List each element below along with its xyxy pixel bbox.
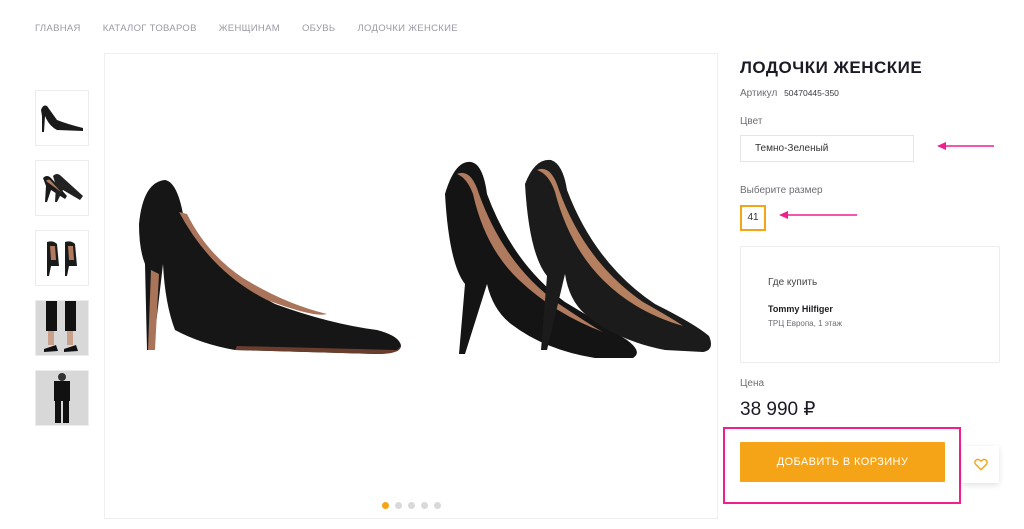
breadcrumb-women[interactable]: ЖЕНЩИНАМ — [219, 23, 280, 34]
favorite-button[interactable] — [962, 446, 999, 483]
where-to-buy-title: Где купить — [768, 277, 818, 288]
breadcrumb-home[interactable]: ГЛАВНАЯ — [35, 23, 81, 34]
gallery-dot-3[interactable] — [408, 502, 415, 509]
model-full-image — [54, 373, 70, 423]
thumbnail-1[interactable] — [35, 90, 89, 146]
thumbnail-list — [35, 90, 89, 440]
size-label: Выберите размер — [740, 185, 823, 196]
thumbnail-5[interactable] — [35, 370, 89, 426]
price-label: Цена — [740, 378, 765, 389]
breadcrumb: ГЛАВНАЯ КАТАЛОГ ТОВАРОВ ЖЕНЩИНАМ ОБУВЬ Л… — [35, 23, 458, 34]
gallery-dot-4[interactable] — [421, 502, 428, 509]
gallery-dot-1[interactable] — [382, 502, 389, 509]
store-name[interactable]: Tommy Hilfiger — [768, 304, 833, 314]
color-label: Цвет — [740, 116, 763, 127]
arrow-left-icon — [779, 211, 857, 219]
breadcrumb-catalog[interactable]: КАТАЛОГ ТОВАРОВ — [103, 23, 197, 34]
main-product-image[interactable] — [104, 53, 718, 519]
thumbnail-4[interactable] — [35, 300, 89, 356]
gallery-dot-2[interactable] — [395, 502, 402, 509]
size-option-41[interactable]: 41 — [740, 205, 766, 231]
thumbnail-2[interactable] — [35, 160, 89, 216]
product-title: ЛОДОЧКИ ЖЕНСКИЕ — [740, 58, 923, 77]
article-line: Артикул 50470445-350 — [740, 88, 839, 99]
article-value: 50470445-350 — [784, 88, 839, 98]
shoes-main-image — [139, 159, 711, 358]
gallery-dots — [382, 502, 441, 509]
model-legs-image — [44, 301, 78, 352]
shoe-side-image — [41, 105, 83, 132]
gallery-dot-5[interactable] — [434, 502, 441, 509]
where-to-buy-box: Где купить Tommy Hilfiger ТРЦ Европа, 1 … — [740, 246, 1000, 363]
breadcrumb-shoes[interactable]: ОБУВЬ — [302, 23, 336, 34]
thumbnail-3[interactable] — [35, 230, 89, 286]
article-label: Артикул — [740, 88, 778, 99]
arrow-left-icon — [937, 142, 994, 150]
color-select[interactable]: Темно-Зеленый — [740, 135, 914, 162]
product-price: 38 990 ₽ — [740, 399, 816, 420]
heart-icon — [973, 458, 988, 471]
store-address: ТРЦ Европа, 1 этаж — [768, 319, 843, 328]
shoes-pair-image — [43, 174, 83, 202]
shoes-back-image — [47, 241, 77, 276]
breadcrumb-current[interactable]: ЛОДОЧКИ ЖЕНСКИЕ — [357, 23, 457, 34]
add-to-cart-button[interactable]: ДОБАВИТЬ В КОРЗИНУ — [740, 442, 945, 482]
